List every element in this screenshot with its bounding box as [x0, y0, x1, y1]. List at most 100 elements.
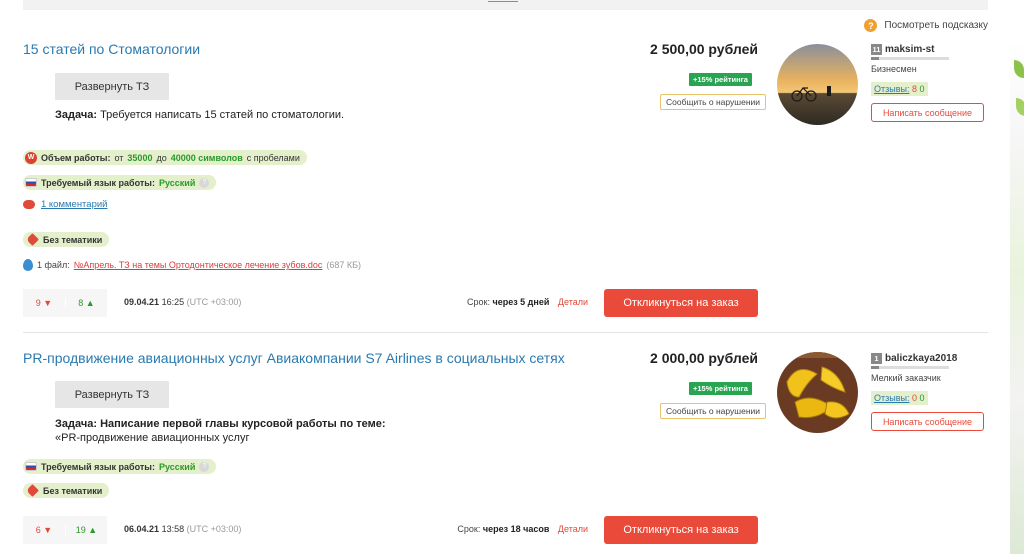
deadline-value: через 5 дней	[492, 297, 550, 307]
file-label: 1 файл:	[37, 260, 70, 270]
user-level-fill	[871, 366, 879, 369]
timezone: (UTC +03:00)	[186, 297, 242, 307]
thumb-down-icon: ▼	[43, 525, 53, 535]
volume-min: 35000	[127, 152, 153, 163]
volume-max: 40000 символов	[170, 152, 243, 163]
top-link[interactable]	[488, 0, 518, 2]
order-date: 09.04.21 16:25 (UTC +03:00)	[124, 297, 241, 307]
task-text-2: «PR-продвижение авиационных услуг	[55, 432, 250, 444]
thumb-down-icon: ▼	[43, 298, 53, 308]
volume-label: Объем работы:	[41, 152, 111, 163]
write-message-button[interactable]: Написать сообщение	[871, 103, 984, 122]
user-name[interactable]: baliczkaya2018	[885, 353, 957, 364]
avatar[interactable]	[777, 352, 858, 433]
volume-pill: W Объем работы: от 35000 до 40000 символ…	[23, 150, 307, 165]
file-row: 1 файл: №Апрель. ТЗ на темы Ортодонтичес…	[23, 259, 361, 271]
task-text: Требуется написать 15 статей по стоматол…	[97, 109, 345, 121]
hint-label: Посмотреть подсказку	[884, 20, 988, 31]
user-name-row: 11 maksim-st	[871, 44, 988, 55]
expand-spec-button[interactable]: Развернуть ТЗ	[55, 73, 169, 100]
avatar-image	[777, 352, 858, 433]
leaf-decoration	[1016, 98, 1024, 116]
time-value: 13:58	[161, 524, 185, 534]
deadline: Срок: через 5 дней Детали	[467, 297, 588, 307]
order-date: 06.04.21 13:58 (UTC +03:00)	[124, 524, 241, 534]
report-button[interactable]: Сообщить о нарушении	[660, 94, 767, 110]
write-message-button[interactable]: Написать сообщение	[871, 412, 984, 431]
order-title[interactable]: 15 статей по Стоматологии	[23, 41, 200, 57]
vote-up-button[interactable]: 19 ▲	[65, 525, 107, 535]
deadline-label: Срок:	[457, 524, 481, 534]
avatar[interactable]	[777, 44, 858, 125]
avatar-image	[777, 44, 858, 125]
info-icon[interactable]: ?	[199, 177, 210, 188]
reviews-negative[interactable]: 8	[912, 84, 917, 94]
comments-icon	[23, 200, 35, 209]
task-label: Задача:	[55, 418, 98, 430]
user-role: Бизнесмен	[871, 64, 917, 74]
details-link[interactable]: Детали	[558, 524, 588, 534]
votes: 9 ▼ 8 ▲	[23, 289, 107, 317]
details-link[interactable]: Детали	[558, 297, 588, 307]
comments-row: 1 комментарий	[23, 199, 108, 210]
right-decoration	[1010, 40, 1024, 554]
task-description: Задача: Написание первой главы курсовой …	[55, 417, 615, 445]
topic-label: Без тематики	[43, 234, 103, 245]
comments-link[interactable]: 1 комментарий	[41, 199, 108, 210]
user-reviews: Отзывы: 0 0	[871, 391, 928, 405]
vote-down-button[interactable]: 9 ▼	[23, 298, 65, 308]
reviews-positive[interactable]: 0	[920, 84, 925, 94]
volume-suffix: с пробелами	[246, 152, 300, 163]
report-button[interactable]: Сообщить о нарушении	[660, 403, 767, 419]
tag-icon	[26, 233, 39, 246]
hint-link[interactable]: ? Посмотреть подсказку	[864, 19, 988, 32]
votes-up-count: 8	[78, 298, 84, 308]
rating-badge: +15% рейтинга	[689, 73, 752, 86]
thumb-up-icon: ▲	[88, 525, 98, 535]
reviews-negative[interactable]: 0	[912, 393, 917, 403]
user-name[interactable]: maksim-st	[885, 44, 934, 55]
rating-badge: +15% рейтинга	[689, 382, 752, 395]
question-icon: ?	[864, 19, 878, 32]
user-level-bar	[871, 366, 949, 369]
order-price: 2 000,00 рублей	[650, 350, 758, 366]
respond-button[interactable]: Откликнуться на заказ	[604, 289, 758, 317]
user-level-fill	[871, 57, 879, 60]
user-role: Мелкий заказчик	[871, 373, 941, 383]
topic-pill: Без тематики	[23, 232, 110, 247]
reviews-positive[interactable]: 0	[920, 393, 925, 403]
user-reviews: Отзывы: 8 0	[871, 82, 928, 96]
votes-down-count: 6	[35, 525, 41, 535]
votes-down-count: 9	[35, 298, 41, 308]
task-text: Написание первой главы курсовой работы п…	[97, 418, 386, 430]
user-card: 1 baliczkaya2018 Мелкий заказчик Отзывы:…	[871, 353, 988, 431]
task-label: Задача:	[55, 109, 98, 121]
deadline-label: Срок:	[467, 297, 490, 307]
date-value: 09.04.21	[124, 297, 160, 307]
votes-up-count: 19	[75, 525, 86, 535]
task-description: Задача: Требуется написать 15 статей по …	[55, 108, 615, 122]
reviews-link[interactable]: Отзывы:	[874, 84, 909, 94]
language-label: Требуемый язык работы:	[41, 177, 155, 188]
russia-flag-icon	[25, 178, 37, 187]
user-name-row: 1 baliczkaya2018	[871, 353, 988, 364]
deadline-value: через 18 часов	[482, 524, 550, 534]
info-icon[interactable]: ?	[199, 461, 210, 472]
russia-flag-icon	[25, 462, 37, 471]
top-bar	[23, 0, 988, 10]
date-value: 06.04.21	[124, 524, 160, 534]
respond-button[interactable]: Откликнуться на заказ	[604, 516, 758, 544]
volume-from: от	[114, 152, 124, 163]
vote-down-button[interactable]: 6 ▼	[23, 525, 65, 535]
file-size: (687 КБ)	[326, 260, 362, 270]
volume-to: до	[156, 152, 167, 163]
order-title[interactable]: PR-продвижение авиационных услуг Авиаком…	[23, 350, 565, 366]
time-value: 16:25	[161, 297, 185, 307]
vote-up-button[interactable]: 8 ▲	[65, 298, 107, 308]
user-level: 1	[871, 353, 882, 364]
user-level: 11	[871, 44, 882, 55]
user-card: 11 maksim-st Бизнесмен Отзывы: 8 0 Напис…	[871, 44, 988, 122]
expand-spec-button[interactable]: Развернуть ТЗ	[55, 381, 169, 408]
file-link[interactable]: №Апрель. ТЗ на темы Ортодонтическое лече…	[74, 260, 323, 270]
reviews-link[interactable]: Отзывы:	[874, 393, 909, 403]
